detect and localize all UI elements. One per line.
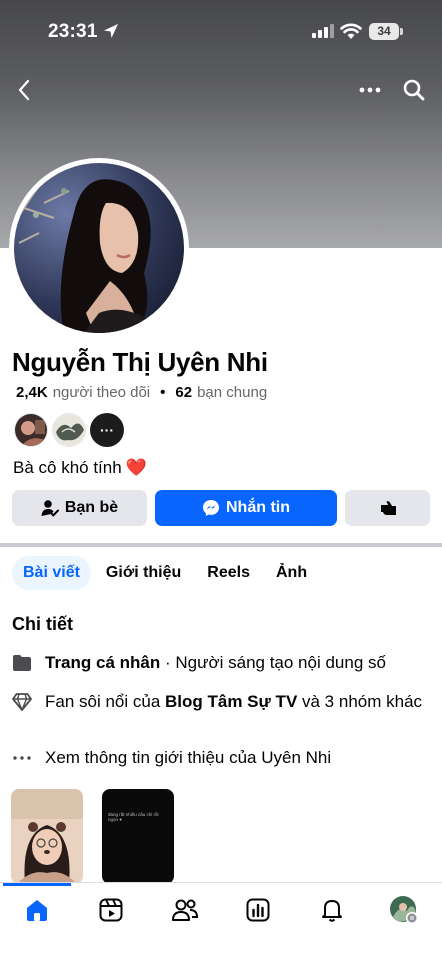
home-icon [27, 900, 47, 921]
video-icon [99, 898, 123, 922]
fan-of-text: Fan sôi nổi của Blog Tâm Sự TV và 3 nhóm… [45, 691, 422, 712]
followers-label: người theo dõi [52, 384, 151, 401]
friends-button[interactable]: Bạn bè [12, 490, 147, 526]
page-category-text: Trang cá nhân · Người sáng tạo nội dung … [45, 652, 386, 673]
detail-see-about[interactable]: Xem thông tin giới thiệu của Uyên Nhi [12, 747, 432, 768]
more-actions-button[interactable] [345, 490, 430, 526]
details-title: Chi tiết [12, 614, 73, 634]
thumbs-gesture-icon [380, 501, 396, 515]
followers-count: 2,4K [16, 384, 48, 401]
page-category: · Người sáng tạo nội dung số [160, 653, 386, 672]
page-label: Trang cá nhân [45, 653, 161, 672]
status-time: 23:31 [48, 21, 98, 42]
fan-prefix: Fan sôi nổi của [45, 692, 166, 711]
wifi-icon [340, 23, 362, 39]
profile-name: Nguyễn Thị Uyên Nhi [12, 347, 268, 377]
profile-actions: Bạn bè Nhắn tin [12, 490, 430, 526]
more-dots-icon [359, 87, 381, 93]
detail-fan-of: Fan sôi nổi của Blog Tâm Sự TV và 3 nhóm… [12, 691, 432, 712]
bio-text: Bà cô khó tính [13, 458, 122, 477]
profile-photo [14, 163, 184, 333]
more-mutuals-button[interactable]: ··· [90, 413, 124, 447]
message-label: Nhắn tin [226, 499, 290, 516]
tab-about[interactable]: Giới thiệu [95, 556, 192, 590]
mutual-count: 62 [175, 384, 193, 401]
post-thumbnail[interactable] [11, 789, 83, 884]
profile-avatar[interactable] [9, 158, 189, 338]
friends-icon [172, 899, 199, 921]
status-bar: 23:31 34 [0, 0, 442, 64]
profile-avatar [390, 896, 418, 924]
battery-icon: 34 [369, 23, 399, 40]
profile-bio: Bà cô khó tính ❤️ [13, 458, 147, 478]
tab-photos[interactable]: Ảnh [265, 556, 318, 590]
message-button[interactable]: Nhắn tin [155, 490, 337, 526]
friends-label: Bạn bè [64, 499, 119, 516]
friend-check-icon [41, 500, 59, 517]
profile-tabs: Bài viết Giới thiệu Reels Ảnh [12, 556, 322, 590]
mutual-friends-avatars[interactable]: ··· [14, 413, 124, 447]
mutual-label: bạn chung [197, 384, 268, 401]
fan-suffix: và 3 nhóm khác [297, 692, 423, 711]
dashboard-icon [246, 898, 270, 922]
stats-separator: • [160, 384, 166, 401]
search-icon [403, 79, 425, 101]
mutual-friend-avatar[interactable] [52, 413, 86, 447]
back-button[interactable] [8, 74, 40, 106]
tab-reels[interactable]: Reels [196, 556, 261, 590]
heart-emoji: ❤️ [125, 458, 147, 477]
messenger-icon [203, 500, 219, 516]
back-chevron-icon [18, 79, 30, 101]
nav-dashboard[interactable] [243, 895, 273, 925]
notifications-icon [322, 900, 342, 922]
nav-profile[interactable] [389, 895, 419, 925]
more-options-button[interactable] [354, 74, 386, 106]
see-about-text: Xem thông tin giới thiệu của Uyên Nhi [45, 748, 332, 767]
tab-posts[interactable]: Bài viết [12, 556, 91, 590]
page-folder-icon [12, 653, 32, 673]
mutual-friend-avatar[interactable] [14, 413, 48, 447]
diamond-icon [12, 692, 32, 712]
section-divider [0, 543, 442, 547]
nav-video[interactable] [96, 895, 126, 925]
post-thumbnail[interactable]: đang rất nhiều câu chi rồi ngọn ● [102, 789, 174, 884]
nav-friends[interactable] [170, 895, 200, 925]
signal-icon [312, 24, 334, 38]
nav-notifications[interactable] [317, 895, 347, 925]
search-button[interactable] [398, 74, 430, 106]
location-arrow-icon [104, 24, 118, 38]
ellipsis-icon [12, 748, 32, 768]
nav-home[interactable] [22, 895, 52, 925]
thumbnail-caption: đang rất nhiều câu chi rồi ngọn ● [108, 812, 159, 822]
more-dots-text: ··· [100, 422, 114, 438]
battery-tip [400, 28, 403, 35]
profile-stats[interactable]: 2,4K người theo dõi • 62 bạn chung [16, 384, 267, 401]
fan-group-link[interactable]: Blog Tâm Sự TV [165, 692, 297, 711]
battery-level: 34 [377, 24, 391, 38]
detail-page-category: Trang cá nhân · Người sáng tạo nội dung … [12, 652, 432, 673]
active-tab-indicator [3, 883, 71, 886]
bottom-navigation [0, 882, 442, 960]
